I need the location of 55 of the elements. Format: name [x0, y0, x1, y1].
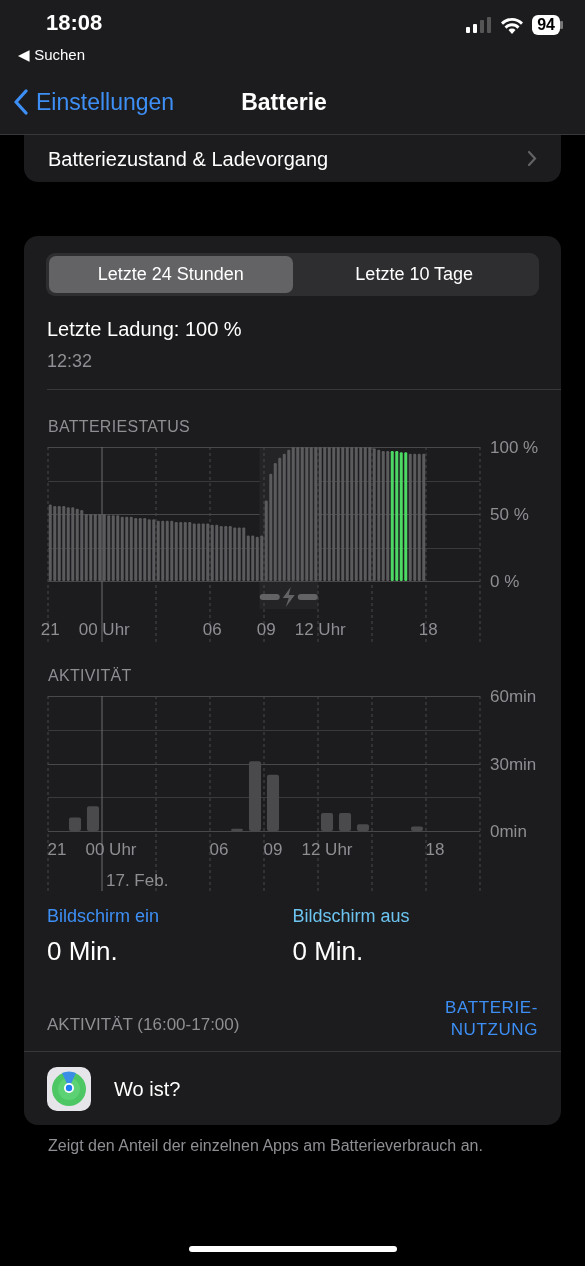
x-axis-label: 00 Uhr	[85, 840, 137, 859]
app-row[interactable]: Wo ist?	[24, 1052, 561, 1126]
x-axis-label: 18	[418, 620, 438, 639]
back-chevron-icon	[14, 89, 28, 115]
chart-bar	[320, 813, 334, 831]
y-axis-label: 0 %	[490, 572, 520, 591]
y-axis-label: 50 %	[490, 505, 529, 524]
page-title: Batterie	[241, 88, 327, 115]
x-axis-label: 09	[256, 620, 276, 639]
chart-bar	[68, 817, 82, 831]
y-axis-label: 30min	[490, 754, 537, 774]
x-axis-label: 21	[40, 620, 60, 639]
section-header: AKTIVITÄT (16:00-17:00)	[47, 1013, 240, 1036]
chart-bar	[410, 826, 424, 831]
chart-bar	[266, 774, 280, 831]
signal-icon	[466, 17, 493, 33]
battery-usage-link[interactable]: BATTERIE-NUTZUNG	[428, 997, 538, 1042]
chart-bar	[338, 813, 352, 831]
y-axis-label: 100 %	[490, 440, 539, 457]
y-axis-label: 60min	[490, 689, 537, 706]
y-axis-label: 0min	[490, 822, 527, 841]
segment-tab[interactable]: Letzte 24 Stunden	[49, 256, 293, 293]
x-axis-label: 12 Uhr	[301, 840, 353, 859]
date-label: 17. Feb.	[106, 871, 169, 890]
chart-bar	[248, 761, 262, 831]
charging-icon	[259, 587, 318, 607]
last-charge-label: Letzte Ladung: 100 %	[47, 317, 243, 342]
footer-note: Zeigt den Anteil der einzelnen Apps am Batterieverbrauch an.	[47, 1136, 484, 1157]
section-header: BATTERIESTATUS	[47, 417, 191, 437]
status-time: 18:08	[46, 12, 103, 34]
section-header: AKTIVITÄT	[47, 666, 133, 686]
x-axis-label: 18	[425, 840, 445, 859]
chart-bar	[356, 824, 370, 831]
chart-bar	[230, 828, 244, 831]
segment-tab[interactable]: Letzte 10 Tage	[292, 256, 536, 293]
stat-value: 0 Min.	[47, 935, 119, 968]
stat-value: 0 Min.	[292, 935, 365, 968]
x-axis-label: 21	[47, 840, 67, 859]
app-radar-icon	[47, 1067, 91, 1112]
back-to-app-link[interactable]: ◀ Suchen	[18, 44, 103, 67]
last-charge-time: 12:32	[47, 350, 94, 373]
back-button[interactable]: Einstellungen	[14, 84, 175, 120]
x-axis-label: 12 Uhr	[294, 620, 346, 639]
x-axis-label: 09	[263, 840, 283, 859]
x-axis-label: 06	[202, 620, 222, 639]
x-axis-label: 06	[209, 840, 229, 859]
stat-label: Bildschirm ein	[47, 905, 161, 928]
chevron-icon	[527, 150, 537, 167]
battery-tip-icon	[560, 21, 563, 29]
chart-bar	[86, 806, 100, 831]
stat-label: Bildschirm aus	[292, 905, 411, 928]
wifi-icon	[500, 16, 525, 34]
battery-health-row[interactable]: Batteriezustand & Ladevorgang	[24, 135, 561, 182]
x-axis-label: 00 Uhr	[78, 620, 130, 639]
battery-indicator: 94	[532, 15, 560, 35]
